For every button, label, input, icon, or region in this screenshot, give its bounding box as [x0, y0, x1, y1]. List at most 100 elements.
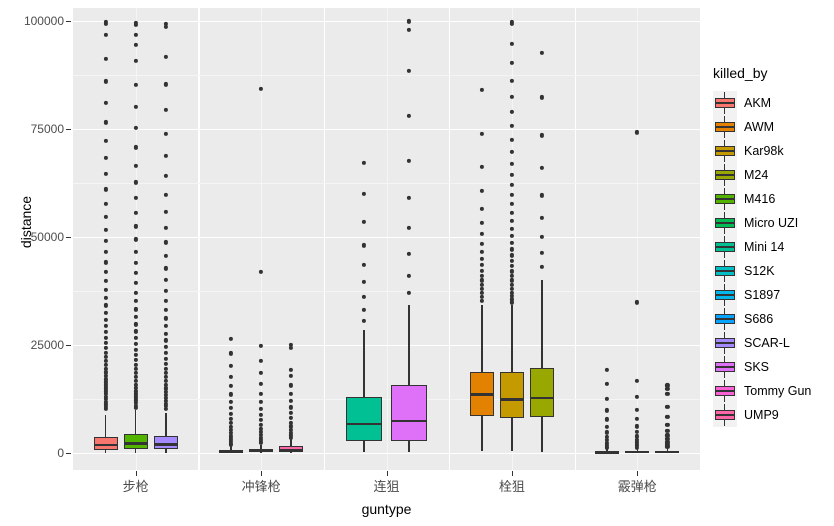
- boxplot-outlier: [103, 350, 108, 356]
- boxplot-outlier: [406, 195, 412, 201]
- x-axis-tick-mark: [637, 471, 639, 476]
- legend-item[interactable]: SKS: [713, 355, 834, 379]
- legend-key-swatch: [713, 403, 737, 427]
- boxplot-outlier: [479, 87, 484, 93]
- boxplot-outlier: [163, 54, 168, 59]
- boxplot-outlier: [259, 406, 264, 411]
- legend-item[interactable]: M24: [713, 163, 834, 187]
- legend-item[interactable]: M416: [713, 187, 834, 211]
- x-axis-tick-label: 步枪: [122, 479, 149, 494]
- boxplot-outlier: [479, 282, 484, 287]
- boxplot-outlier: [103, 295, 108, 300]
- boxplot-outlier: [539, 133, 545, 138]
- legend-title: killed_by: [713, 65, 768, 81]
- legend-key-swatch: [713, 187, 737, 211]
- boxplot-outlier: [133, 362, 138, 367]
- boxplot-median: [218, 450, 244, 453]
- boxplot-outlier: [479, 268, 484, 273]
- boxplot-box: [391, 385, 428, 441]
- boxplot-outlier: [103, 100, 108, 105]
- boxplot-outlier: [509, 274, 514, 279]
- boxplot-median: [93, 443, 118, 447]
- legend-item[interactable]: S12K: [713, 259, 834, 283]
- boxplot-outlier: [163, 298, 168, 303]
- boxplot-outlier: [361, 160, 367, 165]
- boxplot-outlier: [509, 94, 514, 100]
- y-axis-tick-label: 100000: [23, 13, 64, 28]
- y-axis-tick-mark: [66, 128, 71, 130]
- legend-item[interactable]: AKM: [713, 91, 834, 115]
- boxplot-outlier: [479, 298, 484, 303]
- legend-key-swatch: [713, 235, 737, 259]
- y-axis-tick-mark: [66, 20, 71, 22]
- y-axis-tick-label: 0: [57, 445, 64, 460]
- legend-item[interactable]: S1897: [713, 283, 834, 307]
- boxplot-outlier: [361, 191, 367, 196]
- legend-item-label: UMP9: [744, 408, 779, 422]
- boxplot-outlier: [133, 315, 138, 320]
- boxplot-outlier: [665, 422, 670, 427]
- x-axis-tick-mark: [511, 471, 513, 476]
- legend-item[interactable]: Micro UZI: [713, 211, 834, 235]
- boxplot-outlier: [259, 371, 264, 376]
- boxplot-outlier: [163, 240, 168, 245]
- legend-key-swatch: [713, 163, 737, 187]
- chart-root: distance guntype 0 25000 50000 75000 100000 …: [0, 0, 834, 526]
- boxplot-outlier: [163, 344, 168, 350]
- boxplot-outlier: [665, 391, 670, 397]
- boxplot-median: [279, 448, 304, 451]
- legend-item[interactable]: Mini 14: [713, 235, 834, 259]
- boxplot-outlier: [103, 317, 108, 322]
- horizontal-gridline-major: [73, 128, 700, 131]
- boxplot-outlier: [509, 253, 514, 258]
- legend-item-label: S1897: [744, 288, 781, 302]
- legend-key-swatch: [713, 91, 737, 115]
- boxplot-outlier: [103, 201, 108, 206]
- boxplot-outlier: [163, 107, 168, 112]
- x-axis-tick-mark: [135, 471, 137, 476]
- boxplot-outlier: [259, 417, 264, 422]
- boxplot-outlier: [509, 109, 514, 115]
- boxplot-outlier: [163, 307, 168, 312]
- x-axis-tick-label: 霰弹枪: [617, 479, 657, 494]
- boxplot-outlier: [228, 406, 234, 411]
- boxplot-outlier: [103, 359, 108, 364]
- boxplot-outlier: [539, 216, 545, 221]
- boxplot-outlier: [605, 408, 610, 413]
- boxplot-outlier: [133, 249, 138, 254]
- boxplot-outlier: [635, 407, 640, 412]
- boxplot-outlier: [509, 172, 514, 177]
- legend-item[interactable]: SCAR-L: [713, 331, 834, 355]
- boxplot-outlier: [361, 262, 367, 267]
- boxplot-median: [529, 396, 555, 400]
- boxplot-outlier: [509, 161, 514, 166]
- x-axis-tick-label: 冲锋枪: [241, 479, 281, 494]
- legend-item-label: S12K: [744, 264, 775, 278]
- legend-key-swatch: [713, 115, 737, 139]
- legend-item[interactable]: S686: [713, 307, 834, 331]
- boxplot-outlier: [289, 405, 294, 410]
- legend-item[interactable]: UMP9: [713, 403, 834, 427]
- boxplot-outlier: [509, 278, 514, 283]
- boxplot-median: [391, 419, 428, 422]
- x-axis-tick-mark: [386, 471, 388, 476]
- boxplot-outlier: [509, 137, 514, 142]
- legend-item[interactable]: Tommy Gun: [713, 379, 834, 403]
- boxplot-outlier: [406, 290, 412, 296]
- boxplot-outlier: [509, 264, 514, 269]
- boxplot-outlier: [509, 226, 514, 231]
- y-axis-tick-label: 25000: [30, 337, 64, 352]
- boxplot-outlier: [509, 240, 514, 245]
- boxplot-outlier: [103, 310, 108, 315]
- boxplot-outlier: [163, 209, 168, 214]
- boxplot-outlier: [605, 381, 610, 386]
- boxplot-outlier: [228, 363, 234, 369]
- boxplot-outlier: [163, 375, 168, 380]
- vertical-gridline-minor: [386, 8, 388, 470]
- boxplot-outlier: [133, 195, 138, 201]
- boxplot-outlier: [479, 290, 484, 296]
- boxplot-outlier: [228, 384, 234, 389]
- legend-item[interactable]: Kar98k: [713, 139, 834, 163]
- boxplot-median: [499, 398, 524, 401]
- legend-item[interactable]: AWM: [713, 115, 834, 139]
